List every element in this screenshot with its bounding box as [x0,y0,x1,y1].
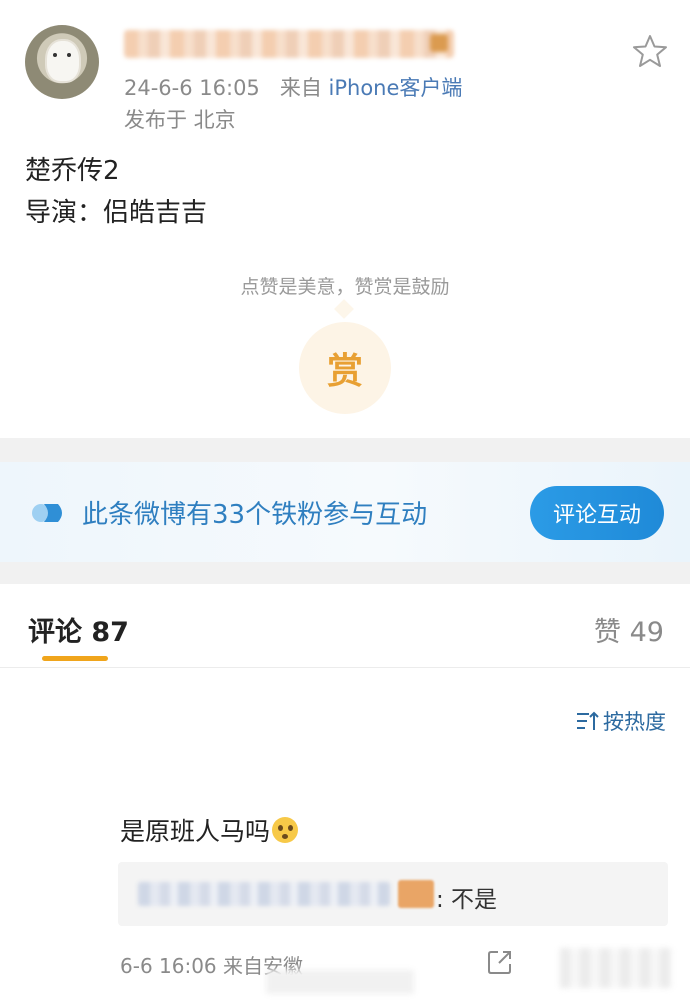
comment-text: 是原班人马吗 [120,817,271,846]
reply-preview[interactable]: : 不是 [118,862,668,926]
tab-likes[interactable]: 赞 49 [594,610,664,649]
reply-author-blurred [138,882,390,906]
post-source[interactable]: iPhone客户端 [329,76,463,100]
reply-text: : 不是 [436,887,498,913]
post-header: 24-6-6 16:05 来自 iPhone客户端 发布于 北京 [0,0,690,140]
share-icon[interactable] [486,948,514,976]
reward-caret [334,299,354,319]
fan-interaction-banner[interactable]: 此条微博有33个铁粉参与互动 评论互动 [0,462,690,562]
post-timestamp: 24-6-6 16:05 [124,76,260,100]
comment-interact-button[interactable]: 评论互动 [530,486,664,540]
flushed-emoji-icon [272,817,299,843]
sort-icon [577,711,599,730]
fan-banner-text: 此条微博有33个铁粉参与互动 [82,500,428,530]
sort-button[interactable]: 按热度 [575,706,666,736]
post-meta: 24-6-6 16:05 来自 iPhone客户端 [124,72,462,102]
reply-badge [398,880,434,908]
reward-button[interactable]: 赏 [299,322,391,414]
post-body: 楚乔传2 导演：侣皓吉吉 [25,150,207,234]
comment-tabs: 评论 87 赞 49 [0,584,690,668]
source-prefix: 来自 [279,76,322,100]
post-text-line: 楚乔传2 [25,156,120,186]
comment-actions-blurred [560,948,672,988]
avatar[interactable] [25,25,99,99]
fan-icon [32,504,62,522]
tab-active-indicator [42,656,108,661]
reward-hint: 点赞是美意，赞赏是鼓励 [240,276,450,298]
section-divider [0,438,690,462]
tab-comments[interactable]: 评论 87 [28,610,129,649]
post-location: 发布于 北京 [124,108,236,132]
sort-label: 按热度 [603,710,666,734]
section-divider [0,562,690,584]
username-blurred[interactable] [124,30,454,58]
comment-item[interactable]: 是原班人马吗 [120,812,299,848]
post-text-line: 导演：侣皓吉吉 [25,198,208,228]
star-icon[interactable] [632,34,668,68]
blurred-overlay [266,970,414,994]
